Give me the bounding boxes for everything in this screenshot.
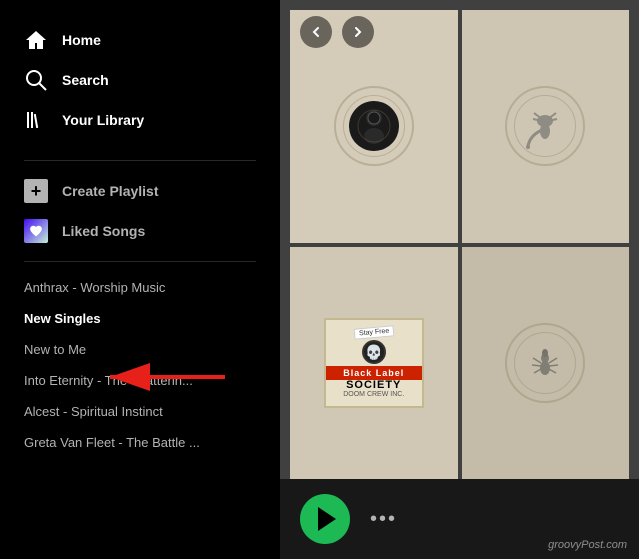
bls-brand2: SOCIETY (346, 380, 401, 391)
sidebar: Home Search Your Library (0, 0, 280, 559)
liked-songs-item[interactable]: Liked Songs (0, 211, 280, 251)
sidebar-item-library[interactable]: Your Library (0, 100, 280, 140)
forward-button[interactable] (342, 16, 374, 48)
sun-decoration-1 (334, 86, 414, 166)
album-tile-3: Stay Free 💀 Black Label SOCIETY DOOM CRE… (290, 247, 458, 480)
sidebar-item-search[interactable]: Search (0, 60, 280, 100)
sidebar-item-home[interactable]: Home (0, 20, 280, 60)
player-bar: ••• groovyPost.com (280, 479, 639, 559)
top-controls (280, 0, 394, 64)
create-playlist-icon: + (24, 179, 48, 203)
playlist-item-into-eternity[interactable]: Into Eternity - The Scatterin... (0, 365, 280, 396)
liked-songs-icon (24, 219, 48, 243)
playlist-item-alcest[interactable]: Alcest - Spiritual Instinct (0, 396, 280, 427)
home-label: Home (62, 32, 101, 48)
library-icon (24, 108, 48, 132)
create-playlist-item[interactable]: + Create Playlist (0, 171, 280, 211)
album-tile-4 (462, 247, 630, 480)
bls-label: Stay Free 💀 Black Label SOCIETY DOOM CRE… (324, 318, 424, 408)
skull-icon: 💀 (362, 340, 386, 364)
main-content: Stay Free 💀 Black Label SOCIETY DOOM CRE… (280, 0, 639, 559)
insect-icon (525, 343, 565, 383)
library-label: Your Library (62, 112, 144, 128)
bls-brand1: Black Label (326, 366, 422, 380)
album-grid: Stay Free 💀 Black Label SOCIETY DOOM CRE… (290, 10, 629, 479)
more-options-button[interactable]: ••• (370, 508, 397, 531)
action-divider (24, 261, 256, 262)
liked-songs-label: Liked Songs (62, 223, 145, 239)
create-playlist-label: Create Playlist (62, 183, 159, 199)
sidebar-top-nav: Home Search Your Library (0, 0, 280, 150)
bls-sign: Stay Free (353, 326, 394, 340)
playlist-item-new-singles[interactable]: New Singles (0, 303, 280, 334)
search-label: Search (62, 72, 109, 88)
playlist-item-greta[interactable]: Greta Van Fleet - The Battle ... (0, 427, 280, 458)
play-button[interactable] (300, 494, 350, 544)
album-tile-2 (462, 10, 630, 243)
nav-divider (24, 160, 256, 161)
scorpion-icon (520, 101, 570, 151)
search-icon (24, 68, 48, 92)
home-icon (24, 28, 48, 52)
playlist-list: Anthrax - Worship Music New Singles New … (0, 272, 280, 559)
watermark: groovyPost.com (548, 539, 627, 551)
bls-tagline: DOOM CREW INC. (343, 391, 404, 398)
playlist-item-anthrax[interactable]: Anthrax - Worship Music (0, 272, 280, 303)
playlist-item-new-to-me[interactable]: New to Me (0, 334, 280, 365)
back-button[interactable] (300, 16, 332, 48)
